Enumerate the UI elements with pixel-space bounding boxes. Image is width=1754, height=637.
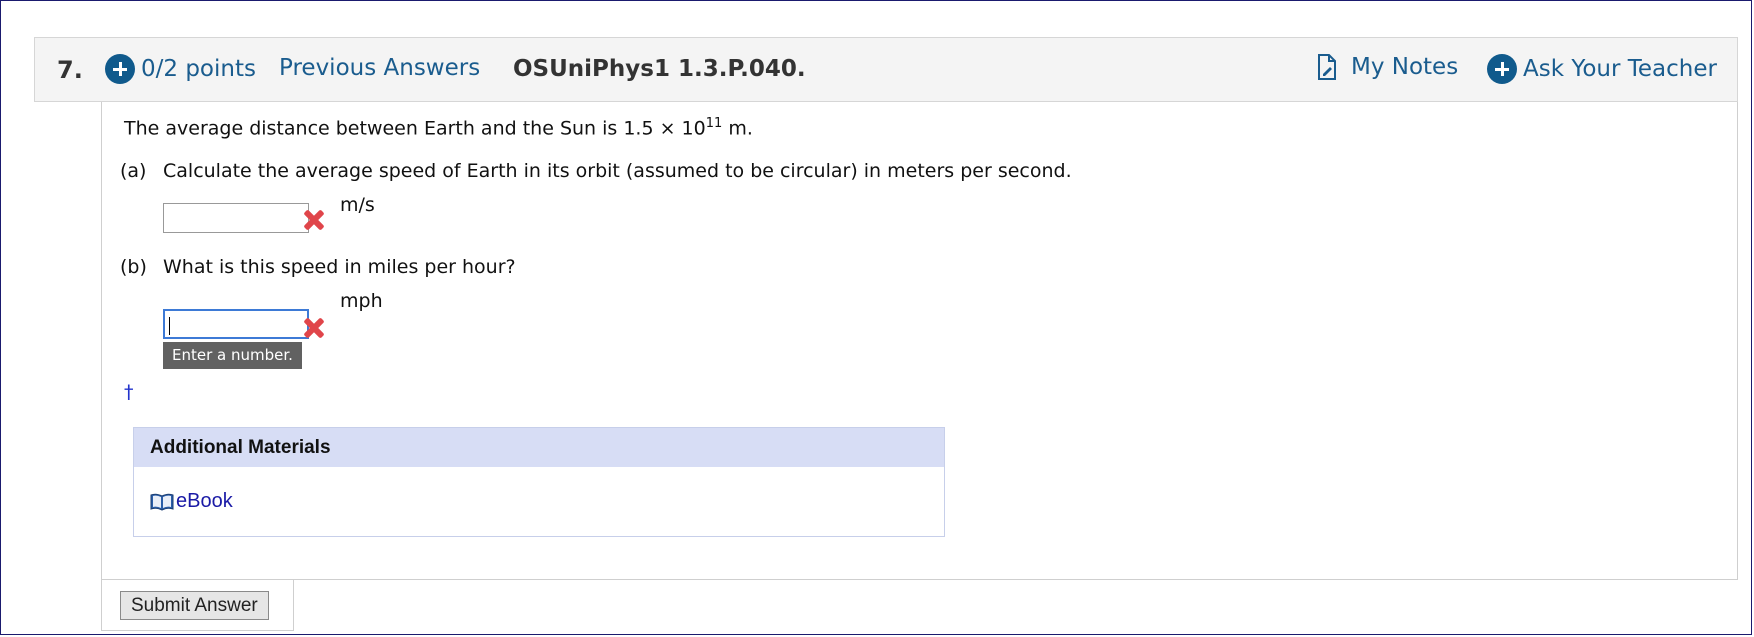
my-notes-button[interactable]: My Notes — [1317, 54, 1458, 80]
submit-area: Submit Answer — [101, 579, 294, 631]
previous-answers-link[interactable]: Previous Answers — [279, 55, 480, 81]
ask-teacher-label[interactable]: Ask Your Teacher — [1523, 56, 1717, 82]
footnote-dagger[interactable]: † — [124, 381, 134, 403]
ask-teacher-button[interactable]: Ask Your Teacher — [1487, 54, 1717, 84]
points-label[interactable]: 0/2 points — [141, 56, 256, 82]
my-notes-label[interactable]: My Notes — [1351, 54, 1458, 80]
question-prompt: The average distance between Earth and t… — [124, 116, 753, 139]
part-a-label: (a) — [120, 160, 147, 182]
additional-materials-title: Additional Materials — [134, 428, 944, 467]
ebook-link[interactable]: eBook — [150, 490, 233, 513]
question-header: 7. 0/2 points Previous Answers OSUniPhys… — [34, 37, 1738, 102]
text-caret — [169, 317, 170, 335]
part-b-text: What is this speed in miles per hour? — [163, 256, 516, 278]
part-b-unit: mph — [340, 290, 383, 312]
note-page-icon[interactable] — [1317, 54, 1337, 80]
input-tooltip: Enter a number. — [163, 342, 302, 369]
prompt-text: The average distance between Earth and t… — [124, 117, 706, 140]
part-b-answer-input[interactable] — [163, 309, 309, 339]
points-indicator[interactable]: 0/2 points — [105, 54, 256, 84]
part-a-unit: m/s — [340, 194, 375, 216]
part-a-answer-input[interactable] — [163, 203, 309, 233]
part-b-label: (b) — [120, 256, 147, 278]
question-code: OSUniPhys1 1.3.P.040. — [513, 56, 806, 82]
submit-answer-button[interactable]: Submit Answer — [120, 591, 269, 620]
ebook-label[interactable]: eBook — [176, 490, 233, 512]
red-x-icon — [302, 316, 326, 340]
red-x-icon — [302, 208, 326, 232]
part-a-text: Calculate the average speed of Earth in … — [163, 160, 1072, 182]
open-book-icon[interactable] — [150, 493, 174, 511]
additional-materials-panel: Additional Materials eBook — [133, 427, 945, 537]
plus-circle-icon[interactable] — [1487, 54, 1517, 84]
prompt-exponent: 11 — [705, 116, 723, 131]
question-number: 7. — [57, 56, 83, 84]
plus-circle-icon[interactable] — [105, 54, 135, 84]
prompt-text-end: m. — [722, 117, 753, 140]
